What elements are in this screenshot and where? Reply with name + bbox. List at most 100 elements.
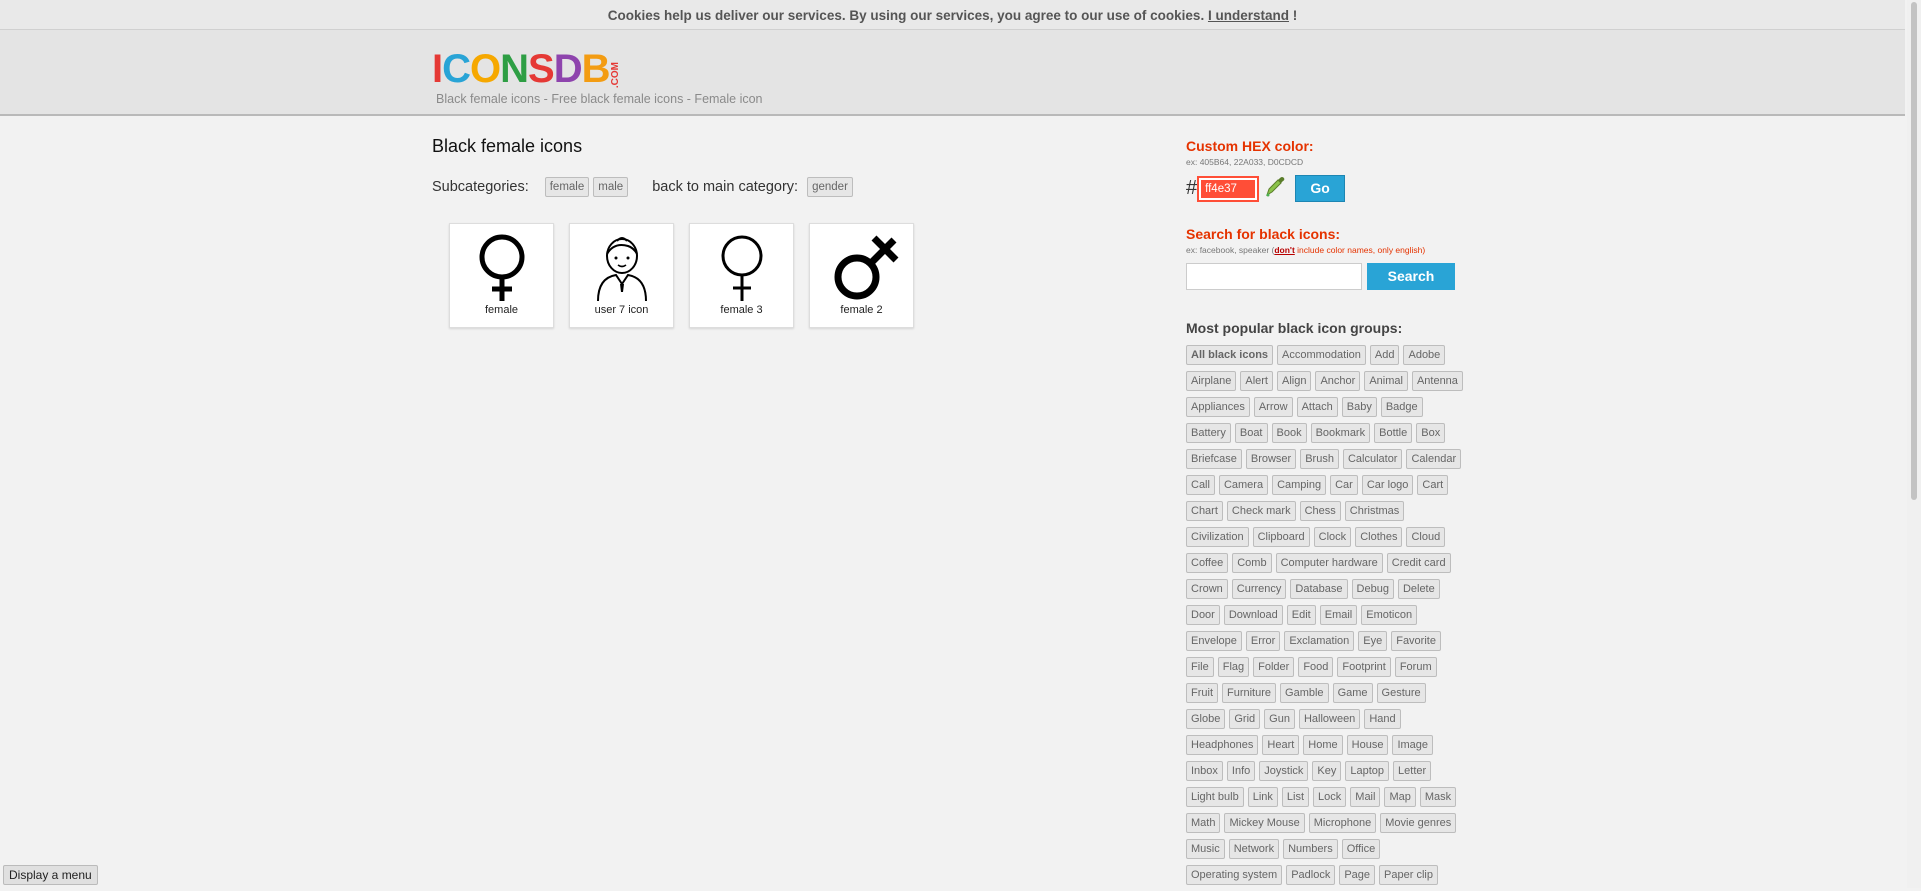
group-tag[interactable]: Door xyxy=(1186,605,1220,625)
group-tag[interactable]: Clothes xyxy=(1355,527,1403,547)
group-tag[interactable]: Map xyxy=(1384,787,1416,807)
group-tag[interactable]: Browser xyxy=(1245,449,1297,469)
group-tag[interactable]: Padlock xyxy=(1286,865,1336,885)
icon-card[interactable]: female 3 xyxy=(689,223,794,328)
group-tag[interactable]: Mail xyxy=(1350,787,1381,807)
group-tag[interactable]: Clock xyxy=(1313,527,1352,547)
group-tag[interactable]: Envelope xyxy=(1186,631,1242,651)
group-tag[interactable]: Grid xyxy=(1229,709,1261,729)
group-tag[interactable]: Delete xyxy=(1397,579,1440,599)
back-category-tag[interactable]: gender xyxy=(807,177,853,197)
group-tag[interactable]: Briefcase xyxy=(1186,449,1242,469)
group-tag[interactable]: Attach xyxy=(1296,397,1338,417)
group-tag[interactable]: Calculator xyxy=(1342,449,1403,469)
group-tag[interactable]: Camping xyxy=(1272,475,1327,495)
group-tag[interactable]: Alert xyxy=(1240,371,1273,391)
group-tag[interactable]: Fruit xyxy=(1186,683,1218,703)
group-tag[interactable]: Credit card xyxy=(1386,553,1451,573)
group-tag[interactable]: List xyxy=(1281,787,1310,807)
group-tag[interactable]: Image xyxy=(1392,735,1434,755)
icon-card[interactable]: female 2 xyxy=(809,223,914,328)
group-tag[interactable]: Chart xyxy=(1186,501,1223,521)
group-tag[interactable]: Headphones xyxy=(1186,735,1259,755)
group-tag[interactable]: Accommodation xyxy=(1277,345,1366,365)
group-tag[interactable]: Badge xyxy=(1380,397,1423,417)
group-tag[interactable]: Link xyxy=(1247,787,1278,807)
group-tag[interactable]: Music xyxy=(1186,839,1225,859)
group-tag[interactable]: Numbers xyxy=(1283,839,1338,859)
display-menu-button[interactable]: Display a menu xyxy=(3,865,98,885)
group-tag[interactable]: Info xyxy=(1226,761,1256,781)
group-tag[interactable]: Bottle xyxy=(1374,423,1413,443)
group-tag[interactable]: Car logo xyxy=(1361,475,1414,495)
group-tag[interactable]: Emoticon xyxy=(1361,605,1418,625)
group-tag[interactable]: Add xyxy=(1369,345,1400,365)
icon-card[interactable]: female xyxy=(449,223,554,328)
group-tag[interactable]: Cart xyxy=(1417,475,1449,495)
group-tag[interactable]: Boat xyxy=(1234,423,1268,443)
group-tag[interactable]: Error xyxy=(1245,631,1281,651)
group-tag[interactable]: Joystick xyxy=(1259,761,1309,781)
group-tag[interactable]: Light bulb xyxy=(1186,787,1244,807)
group-tag[interactable]: Gamble xyxy=(1280,683,1329,703)
group-tag[interactable]: Civilization xyxy=(1186,527,1249,547)
group-tag[interactable]: Laptop xyxy=(1345,761,1390,781)
group-tag[interactable]: Lock xyxy=(1313,787,1347,807)
group-tag[interactable]: Heart xyxy=(1262,735,1300,755)
group-tag[interactable]: Edit xyxy=(1286,605,1316,625)
site-logo[interactable]: I C O N S D B .COM xyxy=(432,48,621,89)
group-tag[interactable]: Folder xyxy=(1253,657,1295,677)
group-tag[interactable]: File xyxy=(1186,657,1214,677)
group-tag[interactable]: Christmas xyxy=(1344,501,1405,521)
group-tag[interactable]: Hand xyxy=(1364,709,1401,729)
go-button[interactable]: Go xyxy=(1295,175,1346,202)
group-tag[interactable]: Download xyxy=(1223,605,1283,625)
group-tag[interactable]: Currency xyxy=(1231,579,1287,599)
group-tag[interactable]: Coffee xyxy=(1186,553,1229,573)
group-tag[interactable]: Anchor xyxy=(1315,371,1361,391)
group-tag[interactable]: Clipboard xyxy=(1252,527,1310,547)
group-tag[interactable]: Antenna xyxy=(1411,371,1463,391)
group-tag[interactable]: Key xyxy=(1312,761,1342,781)
group-tag[interactable]: Animal xyxy=(1364,371,1408,391)
group-tag[interactable]: Inbox xyxy=(1186,761,1223,781)
group-tag[interactable]: Chess xyxy=(1299,501,1341,521)
color-picker-icon[interactable] xyxy=(1265,175,1285,202)
group-tag[interactable]: Favorite xyxy=(1391,631,1441,651)
group-tag[interactable]: Crown xyxy=(1186,579,1228,599)
group-tag[interactable]: Movie genres xyxy=(1380,813,1457,833)
group-tag[interactable]: Math xyxy=(1186,813,1221,833)
search-input[interactable] xyxy=(1186,263,1362,290)
group-tag[interactable]: Mask xyxy=(1419,787,1457,807)
group-tag[interactable]: Page xyxy=(1339,865,1376,885)
subcategory-tag-female[interactable]: female xyxy=(544,177,590,197)
group-tag[interactable]: Game xyxy=(1332,683,1373,703)
group-tag[interactable]: Adobe xyxy=(1403,345,1446,365)
group-tag[interactable]: Appliances xyxy=(1186,397,1250,417)
cookie-accept-link[interactable]: I understand xyxy=(1208,8,1289,23)
subcategory-tag-male[interactable]: male xyxy=(593,177,629,197)
group-tag[interactable]: Airplane xyxy=(1186,371,1237,391)
group-tag[interactable]: Email xyxy=(1319,605,1358,625)
group-tag[interactable]: Comb xyxy=(1232,553,1272,573)
group-tag[interactable]: Paper clip xyxy=(1379,865,1438,885)
group-tag[interactable]: Call xyxy=(1186,475,1215,495)
scrollbar[interactable] xyxy=(1907,0,1921,888)
group-tag[interactable]: Exclamation xyxy=(1284,631,1355,651)
group-tag[interactable]: Cloud xyxy=(1406,527,1446,547)
group-tag[interactable]: Letter xyxy=(1393,761,1432,781)
group-tag[interactable]: Baby xyxy=(1341,397,1377,417)
group-tag[interactable]: Gun xyxy=(1264,709,1295,729)
group-tag[interactable]: Home xyxy=(1303,735,1343,755)
group-tag[interactable]: Debug xyxy=(1351,579,1394,599)
group-tag[interactable]: Bookmark xyxy=(1310,423,1371,443)
group-tag[interactable]: Book xyxy=(1271,423,1307,443)
group-tag[interactable]: Box xyxy=(1416,423,1446,443)
group-tag[interactable]: Office xyxy=(1341,839,1381,859)
group-tag[interactable]: Operating system xyxy=(1186,865,1283,885)
group-tag[interactable]: Gesture xyxy=(1376,683,1426,703)
group-tag[interactable]: Computer hardware xyxy=(1275,553,1383,573)
group-tag[interactable]: Database xyxy=(1290,579,1348,599)
group-tag[interactable]: Furniture xyxy=(1222,683,1277,703)
group-tag[interactable]: Footprint xyxy=(1337,657,1391,677)
